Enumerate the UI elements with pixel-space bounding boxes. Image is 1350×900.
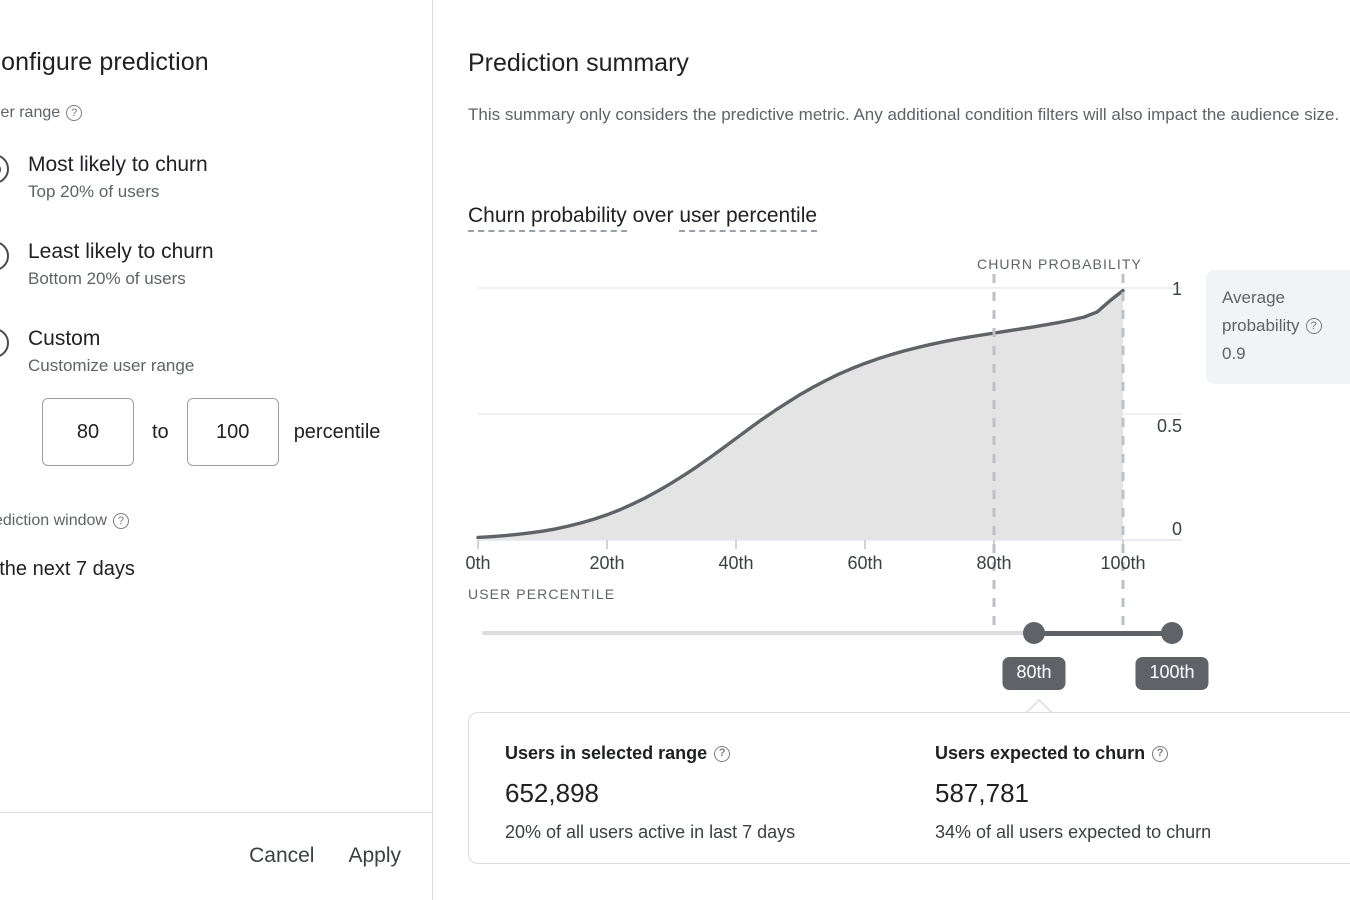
average-probability-line1: Average [1222,288,1286,307]
page-title: Configure prediction [0,48,209,76]
radio-option-most-likely[interactable]: Most likely to churn Top 20% of users [0,152,208,203]
radio-option-custom[interactable]: Custom Customize user range [0,326,194,377]
footer-actions: Cancel Apply [239,838,411,874]
y-tick-0: 0 [1171,519,1182,539]
prediction-window-label: Prediction window [0,512,107,529]
footer-divider [0,812,432,813]
configure-prediction-panel: Configure prediction User range Most lik… [0,0,433,900]
slider-label-high: 100th [1135,657,1209,690]
y-tick-1: 1 [1171,279,1182,299]
prediction-builder-screen: Configure prediction User range Most lik… [0,0,1350,900]
help-icon[interactable] [1152,745,1169,762]
stat-title-row: Users in selected range [505,743,795,764]
stat-title: Users in selected range [505,743,708,763]
radio-label: Least likely to churn [28,240,214,263]
slider-handle-high[interactable] [1161,622,1183,644]
help-icon[interactable] [112,513,129,529]
prediction-window-label-row: Prediction window [0,512,129,530]
stat-users-in-range: Users in selected range 652,898 20% of a… [505,743,795,843]
stat-value: 587,781 [935,778,1029,808]
stat-value: 652,898 [505,778,599,808]
radio-text: Least likely to churn Bottom 20% of user… [28,239,214,290]
prediction-window-value[interactable]: In the next 7 days [0,558,135,581]
user-range-label: User range [0,104,61,121]
y-tick-0-5: 0.5 [1156,416,1182,436]
stat-users-expected-to-churn: Users expected to churn 587,781 34% of a… [935,743,1211,843]
apply-button[interactable]: Apply [338,838,411,874]
stat-subtext: 34% of all users expected to churn [935,822,1212,842]
average-probability-tooltip: Average probability 0.9 [1206,270,1350,384]
x-tick-60th: 60th [847,553,883,573]
radio-description: Customize user range [28,356,195,375]
average-probability-line2-row: probability [1222,312,1350,340]
x-tick-20th: 20th [589,553,625,573]
radio-text: Custom Customize user range [28,326,194,377]
radio-label: Custom [28,327,101,350]
radio-label: Most likely to churn [28,153,208,176]
x-tick-40th: 40th [718,553,754,573]
x-tick-0th: 0th [465,553,491,573]
radio-icon-selected[interactable] [0,154,9,184]
average-probability-value: 0.9 [1222,344,1246,363]
stat-title-row: Users expected to churn [935,743,1211,764]
percentile-range-slider-fill [1034,631,1172,636]
slider-handle-low[interactable] [1023,622,1045,644]
help-icon[interactable] [1305,318,1322,334]
radio-icon[interactable] [0,241,9,271]
radio-description: Top 20% of users [28,182,160,201]
radio-text: Most likely to churn Top 20% of users [28,152,208,203]
x-tick-100th: 100th [1100,553,1146,573]
percentile-word: percentile [293,420,381,443]
cancel-button[interactable]: Cancel [239,838,324,874]
stat-title: Users expected to churn [935,743,1146,763]
custom-range-inputs: 80 to 100 percentile [42,398,380,466]
range-to-input[interactable]: 100 [186,398,279,466]
user-range-label-row: User range [0,104,83,122]
prediction-summary-panel: Prediction summary This summary only con… [434,0,1350,900]
help-icon[interactable] [66,105,83,121]
radio-icon[interactable] [0,328,9,358]
slider-label-low: 80th [1002,657,1066,690]
radio-description: Bottom 20% of users [28,269,186,288]
radio-option-least-likely[interactable]: Least likely to churn Bottom 20% of user… [0,239,214,290]
average-probability-line2: probability [1222,316,1300,335]
range-from-input[interactable]: 80 [42,398,134,466]
stat-subtext: 20% of all users active in last 7 days [505,822,796,842]
summary-stats-card: Users in selected range 652,898 20% of a… [468,712,1350,864]
range-to-word: to [152,420,169,443]
help-icon[interactable] [714,745,731,762]
x-tick-80th: 80th [976,553,1012,573]
